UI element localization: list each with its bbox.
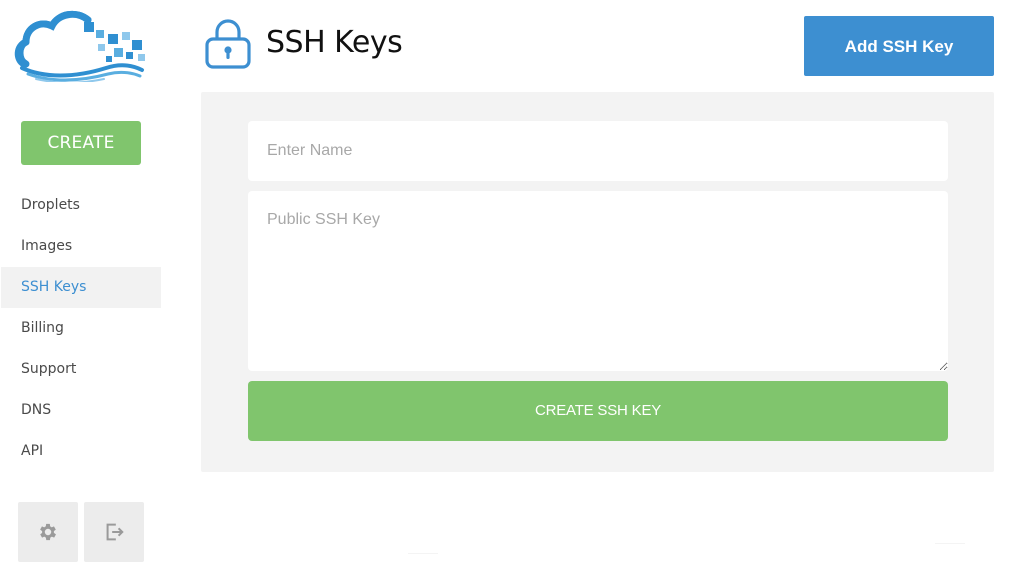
sidebar-item-label: Images xyxy=(21,238,73,254)
sidebar: CREATE Droplets Images SSH Keys Billing … xyxy=(0,0,162,574)
sidebar-item-droplets[interactable]: Droplets xyxy=(0,185,162,226)
logout-button[interactable] xyxy=(84,502,144,562)
divider xyxy=(935,543,965,544)
key-name-input[interactable] xyxy=(248,121,948,181)
sidebar-item-billing[interactable]: Billing xyxy=(0,308,162,349)
add-ssh-key-button[interactable]: Add SSH Key xyxy=(804,16,994,76)
page-title: SSH Keys xyxy=(266,25,403,60)
sidebar-item-label: API xyxy=(21,443,44,459)
sidebar-item-api[interactable]: API xyxy=(0,431,162,472)
sidebar-nav: Droplets Images SSH Keys Billing Support… xyxy=(0,185,162,472)
sidebar-item-images[interactable]: Images xyxy=(0,226,162,267)
cloud-logo[interactable] xyxy=(14,8,148,84)
create-ssh-key-button[interactable]: CREATE SSH KEY xyxy=(248,381,948,441)
logout-icon xyxy=(106,523,124,541)
sidebar-item-label: DNS xyxy=(21,402,52,418)
sidebar-item-label: Droplets xyxy=(21,197,80,213)
sidebar-item-label: Support xyxy=(21,361,77,377)
settings-button[interactable] xyxy=(18,502,78,562)
gear-icon xyxy=(40,523,56,541)
sidebar-item-dns[interactable]: DNS xyxy=(0,390,162,431)
lock-icon xyxy=(204,18,252,70)
sidebar-item-support[interactable]: Support xyxy=(0,349,162,390)
app-window: CREATE Droplets Images SSH Keys Billing … xyxy=(0,0,1012,574)
create-button[interactable]: CREATE xyxy=(21,121,141,165)
ssh-key-form: CREATE SSH KEY xyxy=(201,92,994,472)
public-key-textarea[interactable] xyxy=(248,191,948,371)
sidebar-item-label: SSH Keys xyxy=(21,279,87,295)
sidebar-item-ssh-keys[interactable]: SSH Keys xyxy=(1,267,161,308)
sidebar-item-label: Billing xyxy=(21,320,64,336)
divider xyxy=(408,553,438,554)
cloud-logo-icon xyxy=(14,10,145,84)
